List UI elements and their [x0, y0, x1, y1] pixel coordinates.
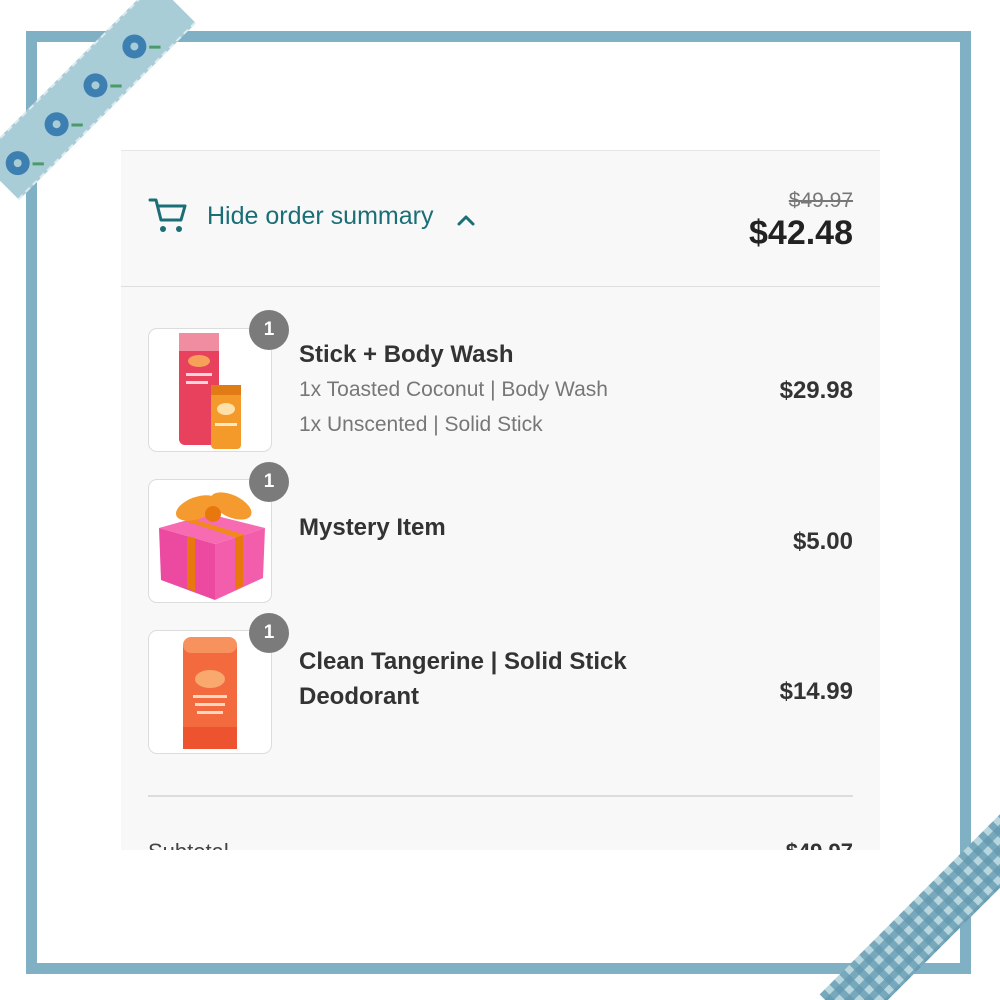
quantity-badge: 1: [249, 613, 289, 653]
quantity-badge: 1: [249, 310, 289, 350]
subtotal-label: Subtotal: [148, 839, 229, 850]
subtotal-value: $49.97: [786, 839, 853, 850]
item-title: Stick + Body Wash: [299, 341, 514, 368]
item-price: $29.98: [779, 377, 853, 404]
order-summary-toggle[interactable]: Hide order summary $49.97 $42.48: [121, 151, 880, 287]
divider: [148, 795, 853, 797]
tangerine-deodorant-image: [148, 630, 272, 754]
order-summary-panel: Hide order summary $49.97 $42.48 1 Stick…: [121, 150, 880, 850]
quantity-badge: 1: [249, 462, 289, 502]
toggle-order-summary-label[interactable]: Hide order summary: [207, 202, 433, 231]
item-variant: 1x Unscented | Solid Stick: [299, 413, 543, 436]
cart-icon: [148, 198, 187, 232]
order-total-price: $42.48: [749, 214, 853, 252]
item-variant: 1x Toasted Coconut | Body Wash: [299, 378, 608, 401]
original-total-price: $49.97: [788, 189, 853, 212]
body-wash-and-stick-image: [148, 328, 272, 452]
item-title: Deodorant: [299, 683, 419, 710]
item-price: $14.99: [779, 678, 853, 705]
gift-box-image: [148, 479, 272, 603]
chevron-up-icon: [457, 215, 475, 226]
item-title: Mystery Item: [299, 514, 446, 541]
item-price: $5.00: [792, 528, 853, 555]
item-title: Clean Tangerine | Solid Stick: [299, 648, 627, 675]
